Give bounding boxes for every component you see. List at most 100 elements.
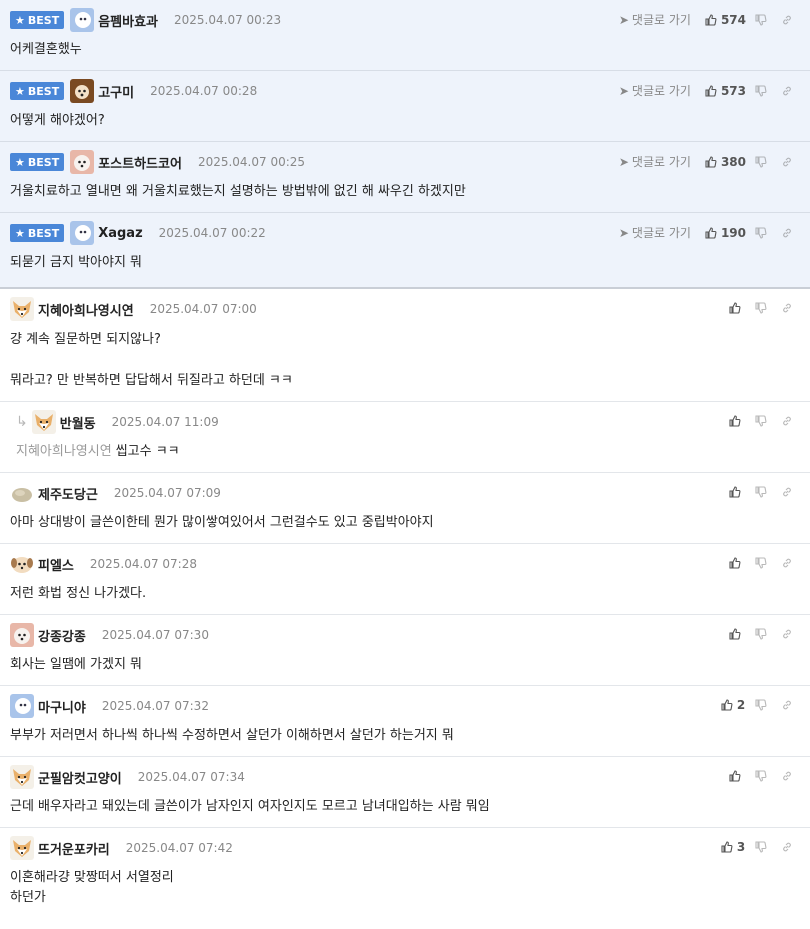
like-button[interactable]: 574 bbox=[705, 12, 746, 28]
mention-link[interactable]: 지혜아희나영시연 bbox=[16, 444, 112, 459]
copy-link-button[interactable] bbox=[774, 413, 800, 429]
timestamp: 2025.04.07 00:22 bbox=[158, 226, 266, 240]
link-icon bbox=[783, 86, 791, 95]
dislike-button[interactable] bbox=[748, 83, 774, 99]
avatar[interactable] bbox=[10, 481, 34, 505]
copy-link-button[interactable] bbox=[774, 555, 800, 571]
link-icon bbox=[783, 157, 791, 166]
like-button[interactable]: 380 bbox=[705, 154, 746, 170]
star-icon: ★ bbox=[15, 84, 25, 98]
copy-link-button[interactable] bbox=[774, 225, 800, 241]
like-button[interactable]: 3 bbox=[720, 839, 746, 855]
comment-body: 거울치료하고 열내면 왜 거울치료했는지 설명하는 방법밖에 없긴 해 싸우긴 … bbox=[10, 184, 466, 199]
copy-link-button[interactable] bbox=[774, 12, 800, 28]
comment-header: 강종강종 2025.04.07 07:30 bbox=[10, 615, 810, 655]
dislike-button[interactable] bbox=[748, 697, 774, 713]
comment-actions: 2 bbox=[720, 697, 800, 713]
copy-link-button[interactable] bbox=[774, 768, 800, 784]
comment: 뜨거운포카리 2025.04.07 07:42 3 이혼해라걍 맞짱떠서 서열정… bbox=[0, 828, 810, 918]
timestamp: 2025.04.07 07:09 bbox=[113, 486, 221, 500]
like-button[interactable] bbox=[722, 300, 748, 316]
comment-body: 회사는 일땜에 가겠지 뭐 bbox=[10, 657, 142, 672]
copy-link-button[interactable] bbox=[774, 697, 800, 713]
nickname[interactable]: 피엘스 bbox=[38, 555, 74, 574]
avatar[interactable] bbox=[10, 694, 34, 718]
comment-actions bbox=[722, 413, 800, 429]
comment-actions: 3 bbox=[720, 839, 800, 855]
comment-body: 어떻게 해야겠어? bbox=[10, 113, 105, 128]
comment-actions bbox=[722, 484, 800, 500]
avatar[interactable] bbox=[70, 8, 95, 32]
goto-comment-link[interactable]: ➤ 댓글로 가기 bbox=[619, 224, 691, 241]
nickname[interactable]: 뜨거운포카리 bbox=[38, 839, 110, 858]
nickname[interactable]: 강종강종 bbox=[38, 626, 86, 645]
thumbs-down-icon bbox=[755, 486, 767, 498]
thumbs-up-icon bbox=[721, 841, 733, 853]
like-count: 2 bbox=[736, 698, 746, 712]
nickname[interactable]: 음펨바효과 bbox=[98, 11, 158, 30]
like-button[interactable]: 2 bbox=[720, 697, 746, 713]
dislike-button[interactable] bbox=[748, 154, 774, 170]
dislike-button[interactable] bbox=[748, 626, 774, 642]
nickname[interactable]: 지혜아희나영시연 bbox=[38, 300, 134, 319]
comment-list: ★ BEST 음펨바효과 2025.04.07 00:23 ➤ 댓글로 가기 574… bbox=[0, 0, 810, 918]
avatar[interactable] bbox=[31, 410, 56, 434]
goto-comment-link[interactable]: ➤ 댓글로 가기 bbox=[619, 82, 691, 99]
dislike-button[interactable] bbox=[748, 484, 774, 500]
like-button[interactable] bbox=[722, 768, 748, 784]
send-icon: ➤ bbox=[618, 154, 629, 169]
timestamp: 2025.04.07 07:34 bbox=[137, 770, 245, 784]
like-button[interactable] bbox=[722, 555, 748, 571]
like-button[interactable] bbox=[722, 626, 748, 642]
comment-body: 지혜아희나영시연 씹고수 ㅋㅋ bbox=[16, 444, 180, 459]
comment: 지혜아희나영시연 2025.04.07 07:00 걍 계속 질문하면 되지않나… bbox=[0, 289, 810, 402]
goto-comment-link[interactable]: ➤ 댓글로 가기 bbox=[619, 153, 691, 170]
copy-link-button[interactable] bbox=[774, 154, 800, 170]
reply-arrow-icon: ↳ bbox=[16, 414, 28, 430]
thumbs-down-icon bbox=[755, 155, 767, 168]
best-badge: ★ BEST bbox=[10, 153, 65, 171]
dislike-button[interactable] bbox=[748, 12, 774, 28]
nickname[interactable]: 제주도당근 bbox=[38, 484, 98, 503]
dislike-button[interactable] bbox=[748, 300, 774, 316]
like-button[interactable] bbox=[722, 413, 748, 429]
nickname[interactable]: 고구미 bbox=[98, 82, 134, 101]
link-icon bbox=[783, 228, 791, 237]
nickname[interactable]: 포스트하드코어 bbox=[98, 153, 182, 172]
copy-link-button[interactable] bbox=[774, 83, 800, 99]
avatar[interactable] bbox=[70, 150, 95, 174]
dislike-button[interactable] bbox=[748, 839, 774, 855]
like-button[interactable]: 190 bbox=[705, 225, 746, 241]
like-count: 574 bbox=[720, 12, 746, 27]
timestamp: 2025.04.07 11:09 bbox=[111, 415, 219, 429]
nickname[interactable]: 반월동 bbox=[60, 413, 96, 432]
dislike-button[interactable] bbox=[748, 413, 774, 429]
copy-link-button[interactable] bbox=[774, 839, 800, 855]
nickname[interactable]: 마구니야 bbox=[38, 697, 86, 716]
copy-link-button[interactable] bbox=[774, 484, 800, 500]
copy-link-button[interactable] bbox=[774, 300, 800, 316]
like-button[interactable] bbox=[722, 484, 748, 500]
avatar[interactable] bbox=[70, 221, 95, 245]
like-button[interactable]: 573 bbox=[705, 83, 746, 99]
like-count: 573 bbox=[720, 83, 746, 98]
best-comment: ★ BEST Xagaz 2025.04.07 00:22 ➤ 댓글로 가기 190… bbox=[0, 213, 810, 287]
nickname[interactable]: Xagaz bbox=[98, 226, 142, 241]
avatar[interactable] bbox=[10, 552, 34, 576]
dislike-button[interactable] bbox=[748, 555, 774, 571]
comment-body: 부부가 저러면서 하나씩 하나씩 수정하면서 살던가 이해하면서 살던가 하는거… bbox=[10, 728, 454, 743]
goto-comment-link[interactable]: ➤ 댓글로 가기 bbox=[619, 11, 691, 28]
avatar[interactable] bbox=[10, 836, 34, 860]
comment-header: 제주도당근 2025.04.07 07:09 bbox=[10, 473, 810, 513]
avatar[interactable] bbox=[70, 79, 95, 103]
avatar[interactable] bbox=[10, 765, 34, 789]
copy-link-button[interactable] bbox=[774, 626, 800, 642]
nickname[interactable]: 군필암컷고양이 bbox=[38, 768, 122, 787]
dislike-button[interactable] bbox=[748, 768, 774, 784]
thumbs-down-icon bbox=[755, 84, 767, 97]
like-count: 380 bbox=[720, 154, 746, 169]
dislike-button[interactable] bbox=[748, 225, 774, 241]
timestamp: 2025.04.07 07:00 bbox=[149, 302, 257, 316]
avatar[interactable] bbox=[10, 623, 34, 647]
avatar[interactable] bbox=[10, 297, 34, 321]
